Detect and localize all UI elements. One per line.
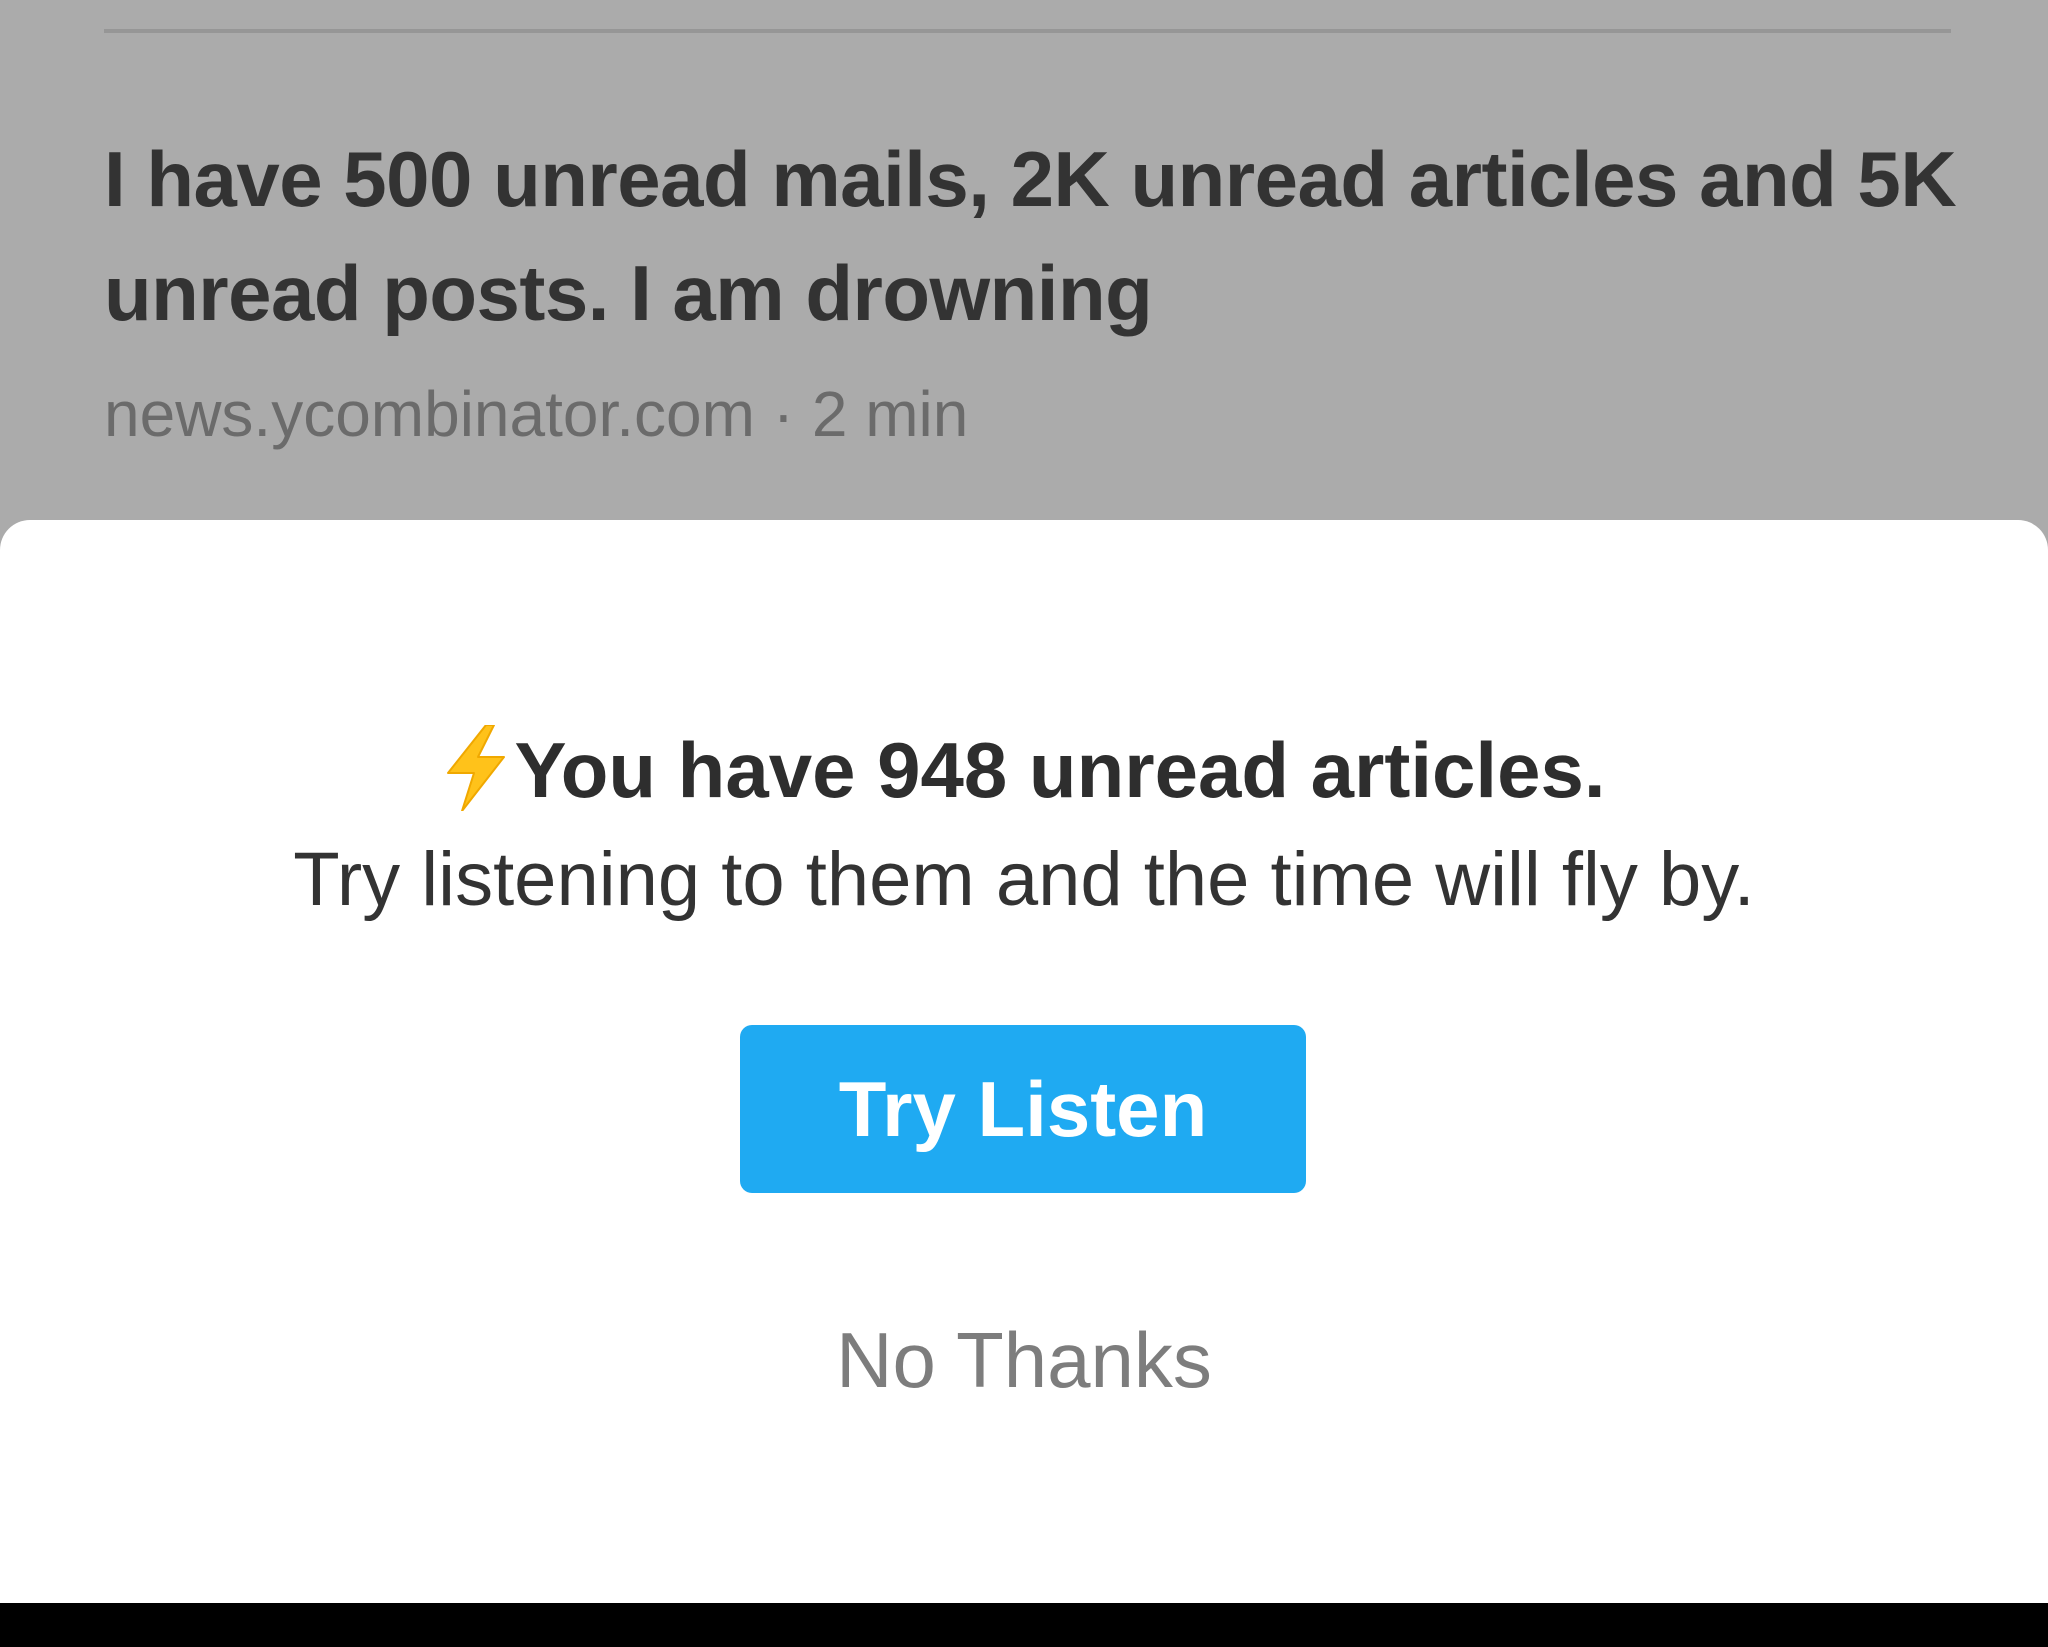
listen-promo-bottom-sheet: You have 948 unread articles. Try listen… [0,520,2048,1603]
article-list-item[interactable]: I have 500 unread mails, 2K unread artic… [104,122,1964,450]
lightning-bolt-icon [442,724,508,834]
meta-separator: · [772,378,795,450]
article-title: I have 500 unread mails, 2K unread artic… [104,135,1957,337]
no-thanks-button[interactable]: No Thanks [0,1310,2048,1410]
promo-headline: You have 948 unread articles. [0,720,2048,834]
article-meta: news.ycombinator.com · 2 min [104,378,1964,450]
system-navigation-bar [0,1603,2048,1647]
promo-subline: Try listening to them and the time will … [293,837,1755,922]
article-read-time: 2 min [811,378,969,450]
promo-headline-text: You have 948 unread articles. [514,726,1606,814]
try-listen-button[interactable]: Try Listen [740,1025,1306,1193]
article-source: news.ycombinator.com [104,378,755,450]
list-divider [104,29,1951,33]
